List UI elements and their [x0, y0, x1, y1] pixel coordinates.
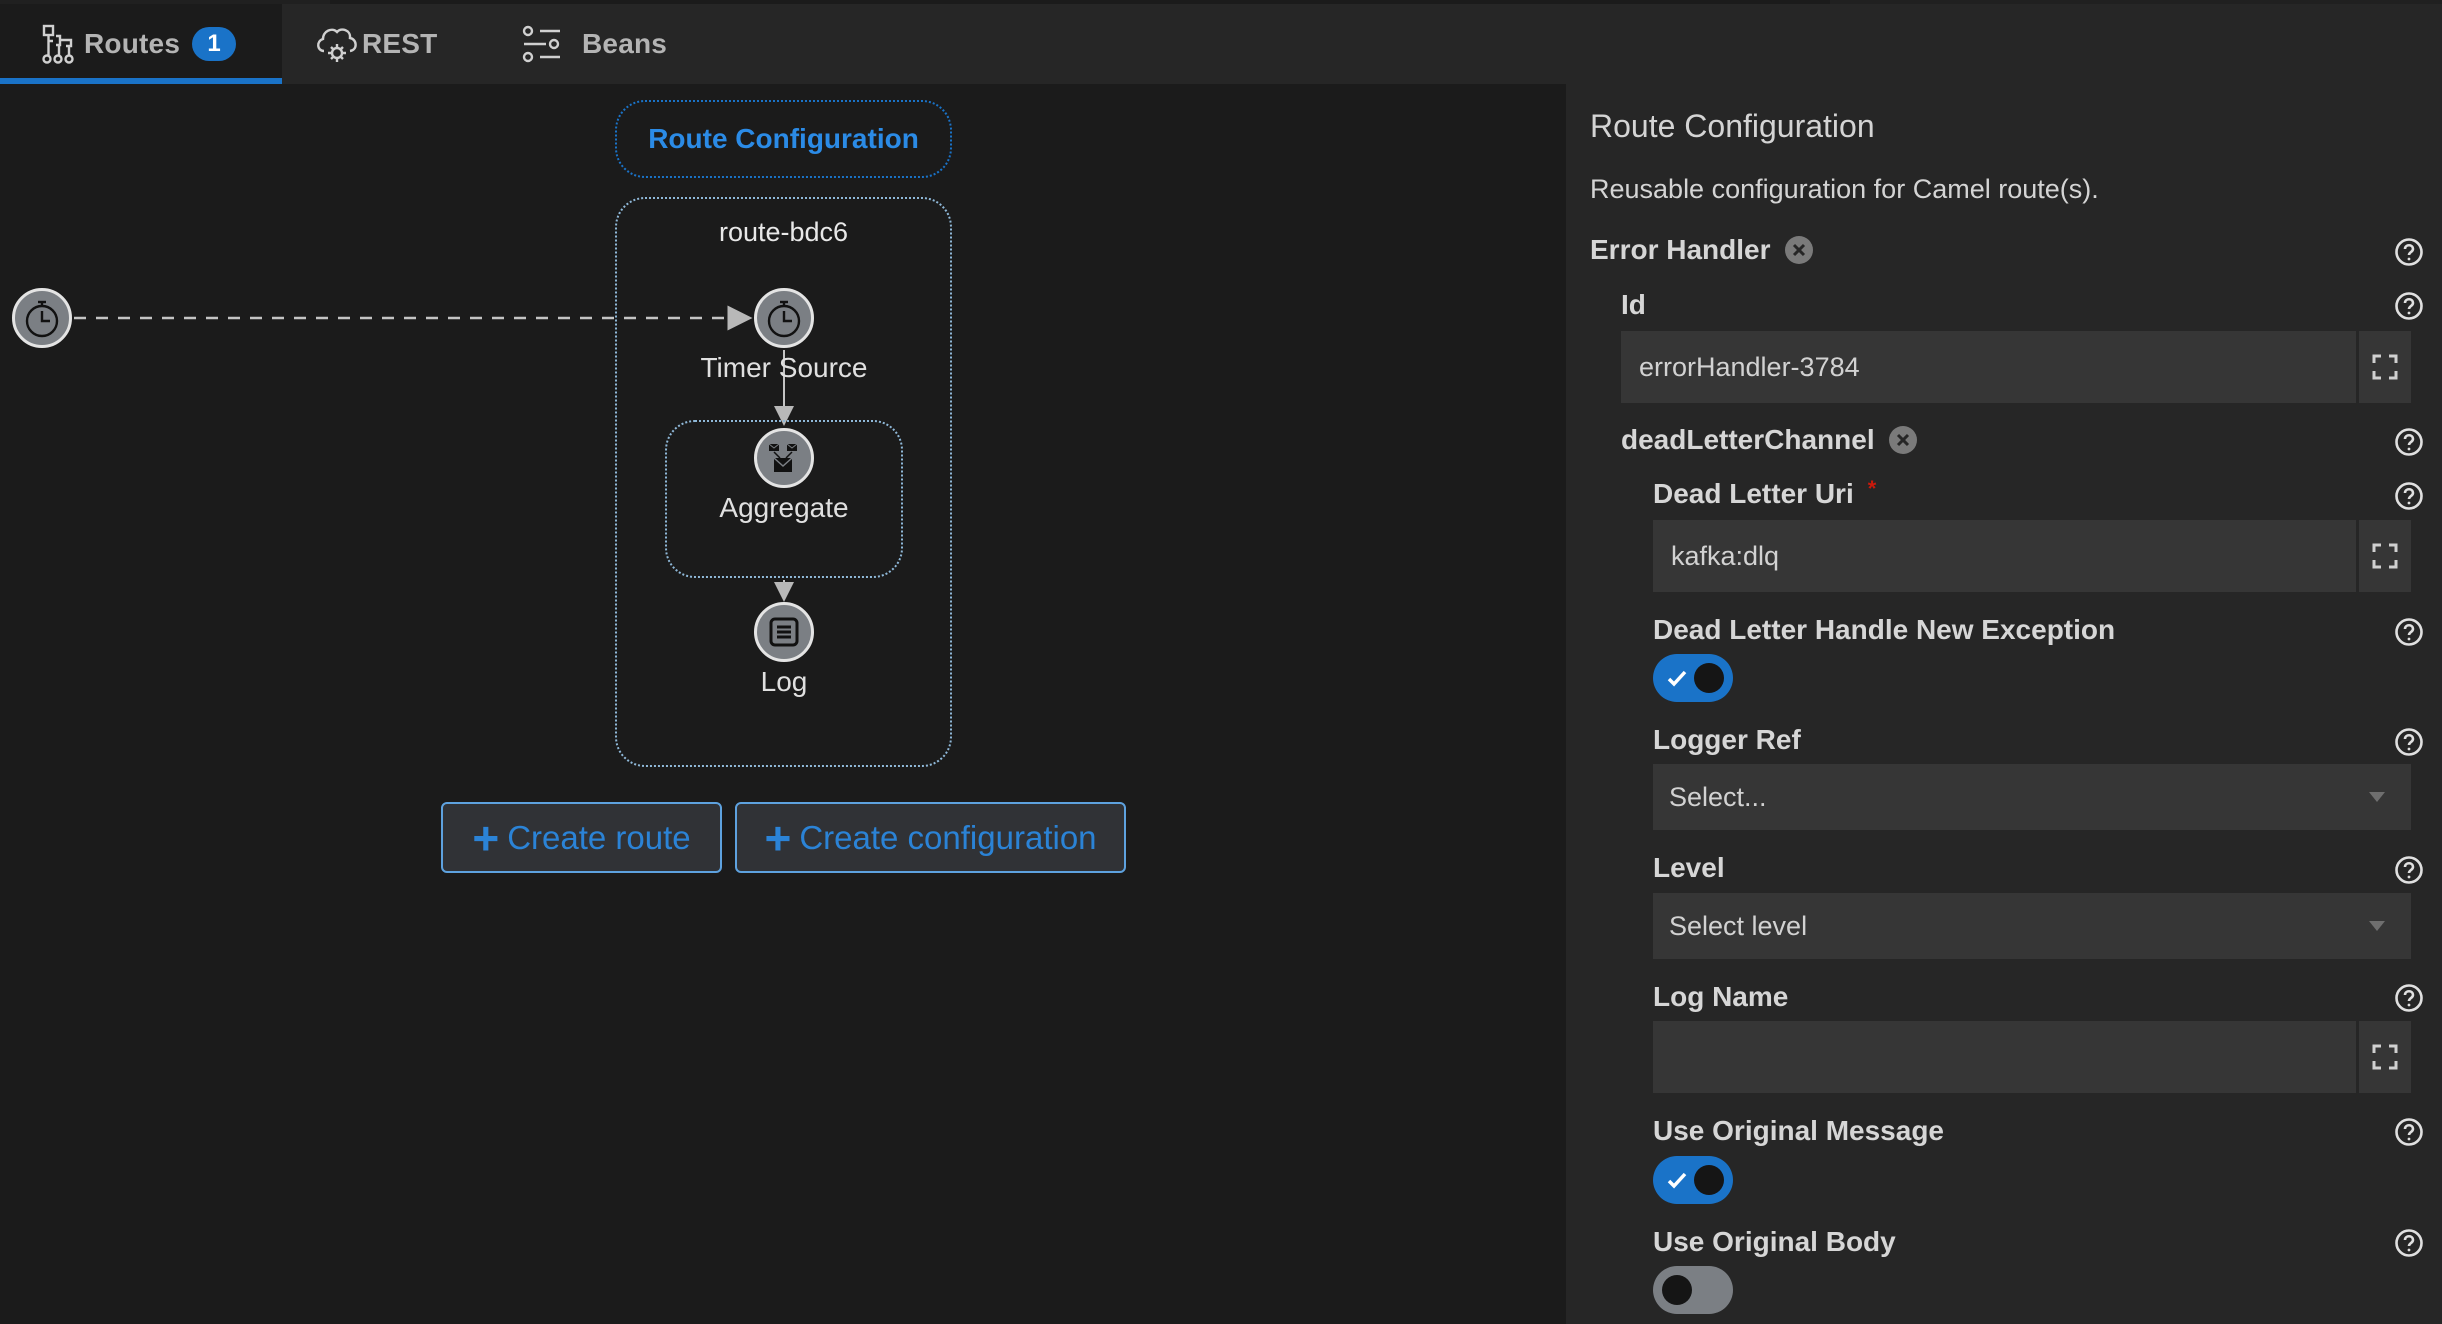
timer-icon	[25, 300, 59, 338]
logger-ref-placeholder: Select...	[1669, 781, 1767, 812]
dead-letter-uri-title: Dead Letter Uri	[1653, 478, 1854, 509]
level-label: Level	[1653, 852, 1725, 883]
tab-rest-label: REST	[362, 28, 438, 59]
tab-beans-label: Beans	[582, 28, 668, 59]
dead-letter-channel-title: deadLetterChannel	[1621, 424, 1875, 455]
tab-beans[interactable]: Beans	[522, 4, 682, 84]
caret-down-icon	[2369, 792, 2385, 802]
handle-new-exception-toggle[interactable]	[1653, 654, 1733, 702]
routes-icon	[42, 24, 74, 64]
logger-ref-label: Logger Ref	[1653, 724, 1801, 755]
help-icon[interactable]	[2394, 481, 2424, 511]
cloud-gear-icon	[314, 23, 360, 65]
help-icon[interactable]	[2394, 983, 2424, 1013]
log-name-label: Log Name	[1653, 981, 1789, 1012]
route-configuration-group[interactable]: Route Configuration	[615, 100, 952, 178]
create-configuration-button[interactable]: + Create configuration	[735, 802, 1126, 873]
log-label: Log	[760, 666, 808, 697]
sliders-icon	[522, 24, 562, 64]
log-node[interactable]	[754, 602, 814, 662]
id-label: Id	[1621, 289, 1646, 320]
toggle-knob	[1662, 1275, 1692, 1305]
route-configuration-title: Route Configuration	[648, 123, 919, 154]
caret-down-icon	[2369, 921, 2385, 931]
use-original-body-label: Use Original Body	[1653, 1226, 1896, 1257]
help-icon[interactable]	[2394, 1228, 2424, 1258]
expand-icon	[2372, 354, 2398, 380]
level-select[interactable]: Select level	[1653, 893, 2411, 959]
level-placeholder: Select level	[1669, 910, 1808, 941]
dead-letter-uri-label: Dead Letter Uri *	[1653, 476, 1877, 510]
error-handler-label: Error Handler	[1590, 234, 1813, 266]
panel-title: Route Configuration	[1590, 108, 1875, 144]
expand-dead-letter-uri-button[interactable]	[2356, 520, 2411, 592]
help-icon[interactable]	[2394, 291, 2424, 321]
create-route-button[interactable]: + Create route	[441, 802, 722, 873]
dead-letter-channel-label: deadLetterChannel	[1621, 424, 1917, 456]
toggle-knob	[1694, 1165, 1724, 1195]
use-original-message-label: Use Original Message	[1653, 1115, 1945, 1146]
error-handler-title: Error Handler	[1590, 234, 1771, 265]
create-configuration-label: Create configuration	[799, 818, 1097, 856]
timer-source-label: Timer Source	[700, 352, 868, 383]
expand-id-button[interactable]	[2356, 331, 2411, 403]
log-name-input[interactable]	[1653, 1021, 2356, 1093]
help-icon[interactable]	[2394, 727, 2424, 757]
expand-log-name-button[interactable]	[2356, 1021, 2411, 1093]
aggregate-node[interactable]	[754, 428, 814, 488]
routes-count-badge: 1	[192, 27, 237, 61]
help-icon[interactable]	[2394, 855, 2424, 885]
timer-icon	[767, 300, 801, 338]
help-icon[interactable]	[2394, 237, 2424, 267]
help-icon[interactable]	[2394, 1117, 2424, 1147]
logger-ref-select[interactable]: Select...	[1653, 764, 2411, 830]
route-canvas[interactable]: Route Configuration route-bdc6 Timer Sou…	[0, 84, 1566, 1324]
create-route-label: Create route	[507, 818, 691, 856]
external-timer-node[interactable]	[12, 288, 72, 348]
check-icon	[1667, 670, 1687, 687]
config-panel: Route Configuration Reusable configurati…	[1566, 84, 2442, 1324]
use-original-body-toggle[interactable]	[1653, 1266, 1733, 1314]
tab-routes-label: Routes	[84, 28, 181, 59]
remove-error-handler-icon[interactable]	[1784, 236, 1813, 264]
expand-icon	[2372, 543, 2398, 569]
plus-icon: +	[764, 811, 792, 864]
tab-bar: Routes 1 REST Beans	[0, 4, 2442, 84]
timer-source-node[interactable]	[754, 288, 814, 348]
route-id-label: route-bdc6	[718, 217, 849, 247]
use-original-message-toggle[interactable]	[1653, 1156, 1733, 1204]
log-name-field	[1653, 1021, 2411, 1093]
help-icon[interactable]	[2394, 427, 2424, 457]
aggregate-label: Aggregate	[719, 492, 849, 523]
dead-letter-uri-field	[1653, 520, 2411, 592]
handle-new-exception-label: Dead Letter Handle New Exception	[1653, 614, 2116, 645]
check-icon	[1667, 1172, 1687, 1189]
help-icon[interactable]	[2394, 617, 2424, 647]
panel-description: Reusable configuration for Camel route(s…	[1590, 174, 2099, 204]
toggle-knob	[1694, 663, 1724, 693]
plus-icon: +	[472, 811, 500, 864]
aggregate-icon	[768, 443, 798, 472]
tab-routes[interactable]: Routes 1	[0, 4, 282, 84]
tab-rest[interactable]: REST	[314, 4, 454, 84]
expand-icon	[2372, 1044, 2398, 1070]
dead-letter-uri-input[interactable]	[1653, 520, 2356, 592]
id-input[interactable]	[1621, 331, 2356, 403]
required-indicator: *	[1867, 476, 1877, 501]
id-field	[1621, 331, 2411, 403]
remove-dead-letter-channel-icon[interactable]	[1888, 426, 1917, 454]
log-icon	[769, 617, 799, 647]
